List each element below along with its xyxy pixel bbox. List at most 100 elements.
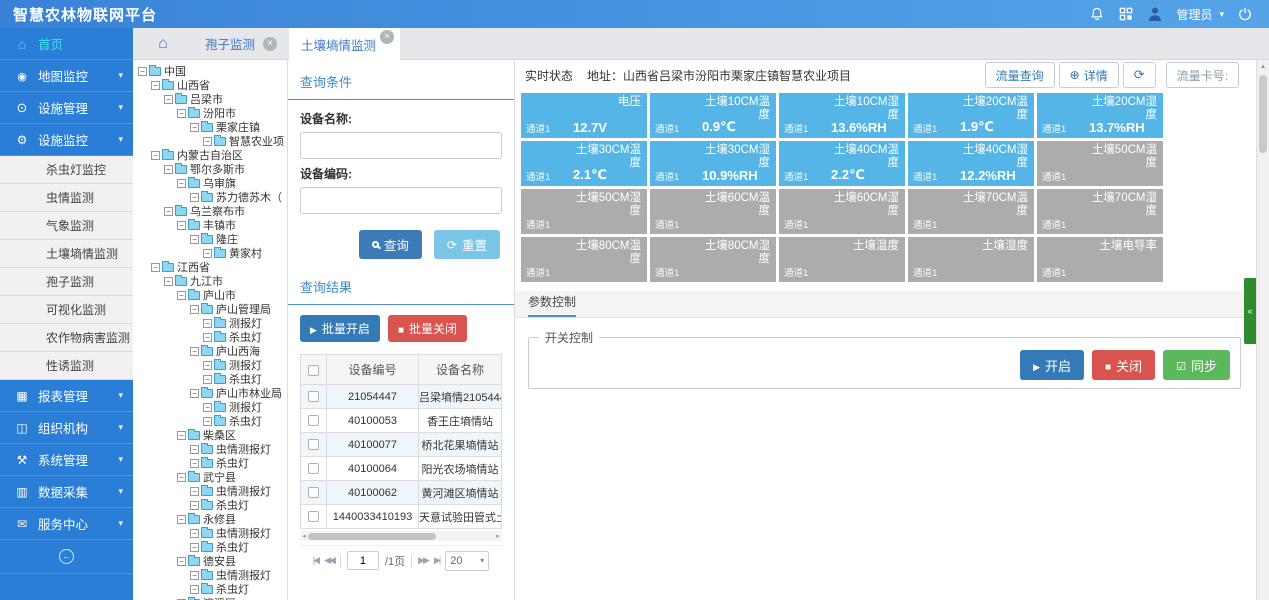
- tree-node[interactable]: 杀虫灯: [137, 582, 287, 596]
- sensor-card[interactable]: 土壤60CM湿度 通道1: [779, 189, 905, 234]
- tree-expander-icon[interactable]: [177, 431, 186, 440]
- flow-query-button[interactable]: 流量查询: [985, 62, 1055, 88]
- sidebar-item[interactable]: 报表管理 ▾: [0, 380, 133, 412]
- sidebar-item[interactable]: 设施监控 ▾: [0, 124, 133, 156]
- row-checkbox[interactable]: [308, 391, 319, 402]
- tree-node[interactable]: 杀虫灯: [137, 414, 287, 428]
- tree-node[interactable]: 庐山西海: [137, 344, 287, 358]
- tree-expander-icon[interactable]: [203, 137, 212, 146]
- row-checkbox[interactable]: [308, 439, 319, 450]
- tree-node[interactable]: 虫情测报灯: [137, 526, 287, 540]
- tree-expander-icon[interactable]: [164, 277, 173, 286]
- tree-node[interactable]: 丰镇市: [137, 218, 287, 232]
- tree-expander-icon[interactable]: [177, 109, 186, 118]
- scroll-up-icon[interactable]: [1257, 62, 1269, 70]
- sensor-card[interactable]: 土壤80CM温度 通道1: [521, 237, 647, 282]
- reset-button[interactable]: 重置: [434, 230, 500, 259]
- tree-node[interactable]: 栗家庄镇: [137, 120, 287, 134]
- tree-node[interactable]: 杀虫灯: [137, 540, 287, 554]
- last-page-icon[interactable]: ▶|: [434, 555, 439, 566]
- tree-expander-icon[interactable]: [164, 165, 173, 174]
- table-row[interactable]: 40100064 阳光农场墒情站: [301, 457, 502, 481]
- tree-expander-icon[interactable]: [190, 123, 199, 132]
- scroll-right-icon[interactable]: ▸: [494, 532, 502, 540]
- tree-node[interactable]: 庐山市林业局: [137, 386, 287, 400]
- flow-card-number-button[interactable]: 流量卡号:: [1166, 62, 1239, 88]
- tree-expander-icon[interactable]: [190, 487, 199, 496]
- tree-node[interactable]: 杀虫灯: [137, 498, 287, 512]
- open-button[interactable]: 开启: [1020, 350, 1084, 380]
- tree-node[interactable]: 武宁县: [137, 470, 287, 484]
- sensor-card[interactable]: 土壤温度 通道1: [779, 237, 905, 282]
- tree-expander-icon[interactable]: [190, 529, 199, 538]
- tree-expander-icon[interactable]: [190, 543, 199, 552]
- tree-node[interactable]: 九江市: [137, 274, 287, 288]
- tree-node[interactable]: 测报灯: [137, 400, 287, 414]
- sensor-card[interactable]: 土壤30CM温度 通道1 2.1℃: [521, 141, 647, 186]
- tree-node[interactable]: 虫情测报灯: [137, 568, 287, 582]
- tree-expander-icon[interactable]: [177, 473, 186, 482]
- tree-expander-icon[interactable]: [190, 235, 199, 244]
- tree-expander-icon[interactable]: [151, 151, 160, 160]
- table-row[interactable]: 40100062 黄河滩区墒情站: [301, 481, 502, 505]
- sidebar-subitem[interactable]: 虫情监测: [0, 184, 133, 212]
- page-size-select[interactable]: 20 ▾: [445, 551, 489, 571]
- tree-node[interactable]: 测报灯: [137, 358, 287, 372]
- tree-expander-icon[interactable]: [177, 515, 186, 524]
- tree-node[interactable]: 柴桑区: [137, 428, 287, 442]
- sensor-card[interactable]: 土壤30CM湿度 通道1 10.9%RH: [650, 141, 776, 186]
- select-all-checkbox[interactable]: [308, 365, 319, 376]
- tree-node[interactable]: 隆庄: [137, 232, 287, 246]
- tree-node[interactable]: 吕梁市: [137, 92, 287, 106]
- tab-close-icon[interactable]: ×: [380, 30, 394, 44]
- tree-node[interactable]: 乌审旗: [137, 176, 287, 190]
- tree-expander-icon[interactable]: [190, 459, 199, 468]
- tree-expander-icon[interactable]: [190, 389, 199, 398]
- sensor-card[interactable]: 土壤70CM温度 通道1: [908, 189, 1034, 234]
- close-button[interactable]: 关闭: [1092, 350, 1155, 380]
- tree-expander-icon[interactable]: [203, 333, 212, 342]
- sensor-card[interactable]: 土壤10CM温度 通道1 0.9℃: [650, 93, 776, 138]
- prev-page-icon[interactable]: ◀◀: [324, 555, 334, 566]
- tree-node[interactable]: 虫情测报灯: [137, 442, 287, 456]
- tree-expander-icon[interactable]: [203, 319, 212, 328]
- apps-grid-icon[interactable]: [1118, 6, 1134, 22]
- tree-expander-icon[interactable]: [164, 207, 173, 216]
- param-control-tab[interactable]: 参数控制: [515, 291, 1256, 318]
- sensor-card[interactable]: 土壤80CM湿度 通道1: [650, 237, 776, 282]
- tree-expander-icon[interactable]: [177, 291, 186, 300]
- tree-node[interactable]: 乌兰察布市: [137, 204, 287, 218]
- sidebar-item[interactable]: 首页: [0, 28, 133, 60]
- sensor-card[interactable]: 土壤60CM温度 通道1: [650, 189, 776, 234]
- tree-node[interactable]: 庐山管理局: [137, 302, 287, 316]
- row-checkbox[interactable]: [308, 415, 319, 426]
- sidebar-item[interactable]: 地图监控 ▾: [0, 60, 133, 92]
- tree-node[interactable]: 山西省: [137, 78, 287, 92]
- sidebar-subitem[interactable]: 气象监测: [0, 212, 133, 240]
- sync-button[interactable]: 同步: [1163, 350, 1230, 380]
- sidebar-item[interactable]: 服务中心 ▾: [0, 508, 133, 540]
- row-checkbox[interactable]: [308, 511, 319, 522]
- scroll-left-icon[interactable]: ◂: [300, 532, 308, 540]
- tree-node[interactable]: 测报灯: [137, 316, 287, 330]
- notification-bell-icon[interactable]: [1089, 6, 1105, 22]
- tree-node[interactable]: 江西省: [137, 260, 287, 274]
- tree-node[interactable]: 庐山市: [137, 288, 287, 302]
- tree-expander-icon[interactable]: [138, 67, 147, 76]
- sensor-card[interactable]: 土壤40CM湿度 通道1 12.2%RH: [908, 141, 1034, 186]
- tree-node[interactable]: 杀虫灯: [137, 456, 287, 470]
- tree-expander-icon[interactable]: [190, 305, 199, 314]
- tree-expander-icon[interactable]: [164, 95, 173, 104]
- sidebar-item[interactable]: 系统管理 ▾: [0, 444, 133, 476]
- sidebar-subitem[interactable]: 土壤墒情监测: [0, 240, 133, 268]
- batch-open-button[interactable]: 批量开启: [300, 315, 380, 342]
- tree-expander-icon[interactable]: [151, 81, 160, 90]
- tree-node[interactable]: 智慧农业项: [137, 134, 287, 148]
- user-avatar-icon[interactable]: [1147, 6, 1163, 22]
- home-tab-icon[interactable]: [133, 28, 193, 59]
- table-row[interactable]: 40100077 桥北花果墒情站: [301, 433, 502, 457]
- table-row[interactable]: 21054447 吕梁墒情2105444: [301, 385, 502, 409]
- horizontal-scroll-thumb[interactable]: [308, 533, 436, 540]
- page-number-input[interactable]: [347, 551, 379, 570]
- panel-collapse-handle[interactable]: [1244, 278, 1256, 344]
